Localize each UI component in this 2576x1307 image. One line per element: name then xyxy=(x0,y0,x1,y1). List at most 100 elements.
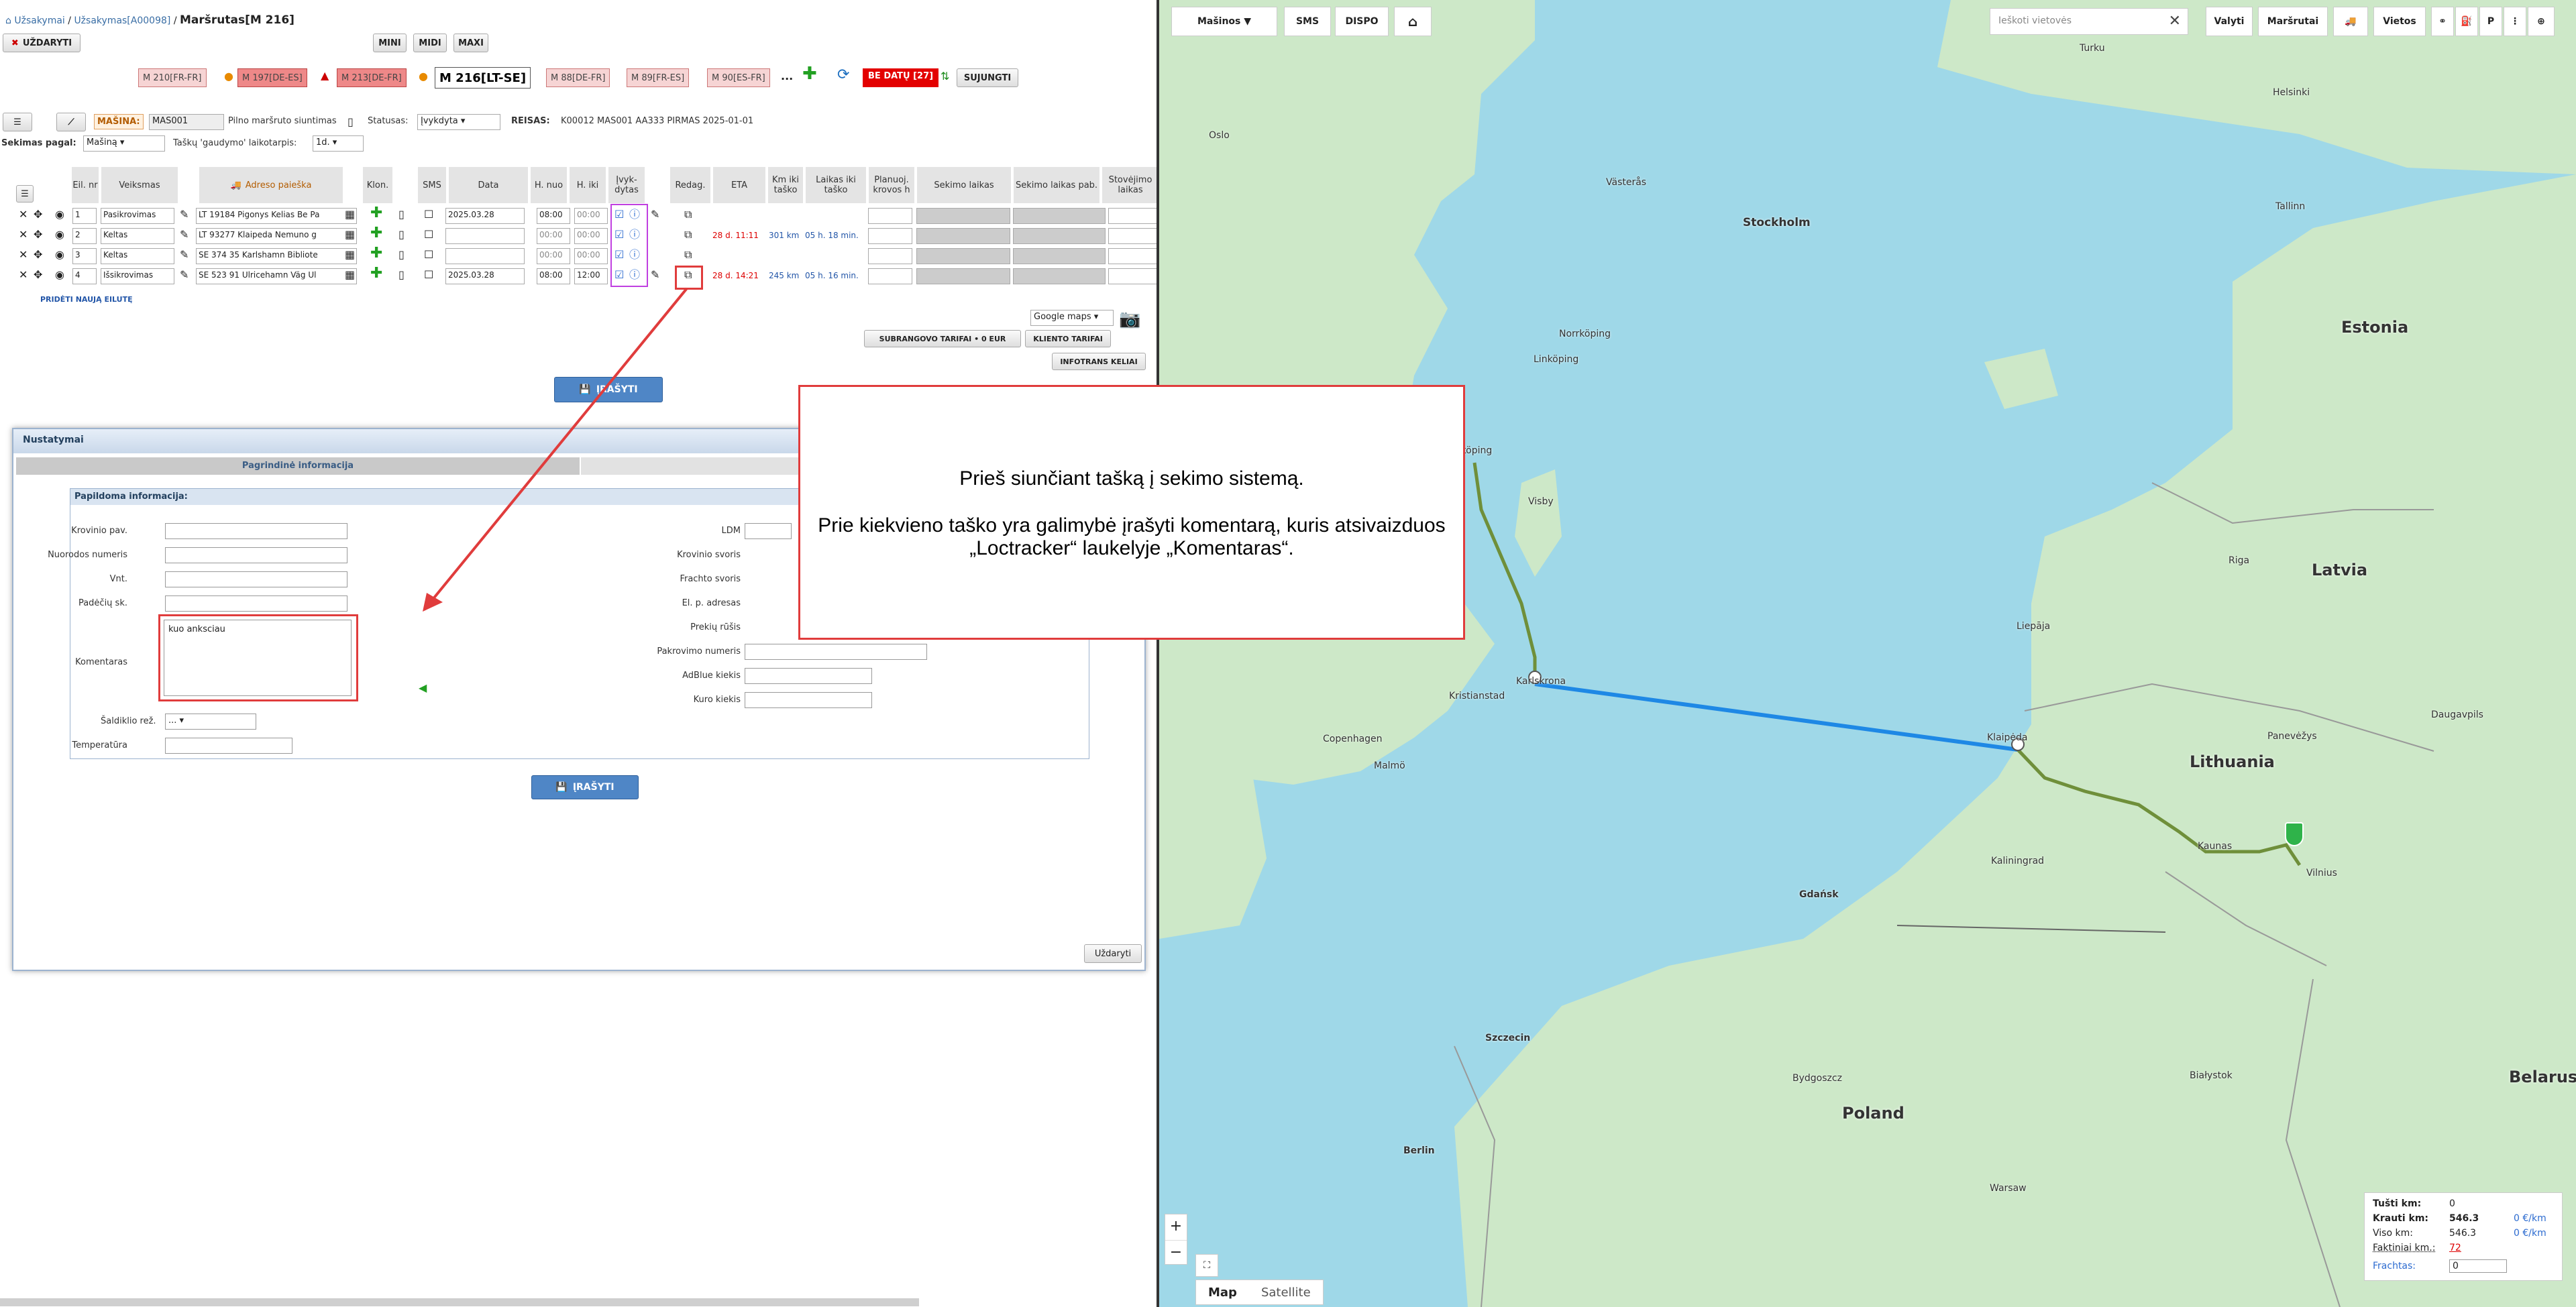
row-action[interactable]: Išsikrovimas xyxy=(101,268,174,284)
clone-icon[interactable]: ✚ xyxy=(370,246,382,261)
calendar-icon[interactable]: ▦ xyxy=(345,248,355,262)
fridge-select[interactable]: ... ▾ xyxy=(165,714,256,730)
menu-button[interactable]: ☰ xyxy=(3,113,32,131)
row-nr[interactable]: 2 xyxy=(72,228,97,244)
eye-icon[interactable]: ◉ xyxy=(55,228,64,241)
edit-icon[interactable]: ✎ xyxy=(180,248,189,262)
phone-icon[interactable]: ▯ xyxy=(398,248,405,262)
route-pill[interactable]: M 89[FR-ES] xyxy=(627,68,690,87)
clone-icon[interactable]: ✚ xyxy=(370,226,382,241)
machine-input[interactable]: MAS001 xyxy=(149,114,224,130)
loading-number-input[interactable] xyxy=(745,644,927,660)
row-planned[interactable] xyxy=(868,208,912,224)
catch-select[interactable]: 1d. ▾ xyxy=(313,135,364,152)
row-to[interactable]: 00:00 xyxy=(574,248,608,264)
sms-checkbox[interactable]: ☐ xyxy=(424,268,433,282)
parking-button[interactable]: P xyxy=(2479,7,2502,36)
refresh-icon[interactable]: ⟳ xyxy=(837,68,849,82)
eye-icon[interactable]: ◉ xyxy=(55,268,64,282)
eye-icon[interactable]: ◉ xyxy=(55,208,64,221)
clear-search-icon[interactable]: ✕ xyxy=(2169,13,2181,30)
row-nr[interactable]: 4 xyxy=(72,268,97,284)
fuel-input[interactable] xyxy=(745,692,872,708)
save-button[interactable]: 💾 ĮRAŠYTI xyxy=(554,377,663,402)
phone-icon[interactable]: ▯ xyxy=(398,208,405,221)
edit-icon[interactable]: ✎ xyxy=(180,228,189,241)
infotrans-button[interactable]: INFOTRANS KELIAI xyxy=(1052,353,1146,370)
subcontract-tariffs-button[interactable]: SUBRANGOVO TARIFAI • 0 EUR xyxy=(864,330,1021,347)
temperature-input[interactable] xyxy=(165,738,292,754)
row-address[interactable]: SE 374 35 Karlshamn Bibliote xyxy=(196,248,357,264)
cargo-name-input[interactable] xyxy=(165,523,347,539)
row-action[interactable]: Pasikrovimas xyxy=(101,208,174,224)
horizontal-scrollbar[interactable] xyxy=(0,1298,919,1306)
row-date[interactable] xyxy=(445,248,525,264)
camera-icon[interactable]: 📷 xyxy=(1119,310,1140,328)
row-date[interactable] xyxy=(445,228,525,244)
row-planned[interactable] xyxy=(868,228,912,244)
join-button[interactable]: SUJUNGTI xyxy=(957,68,1018,87)
sms-checkbox[interactable]: ☐ xyxy=(424,208,433,221)
edit-icon[interactable]: ✎ xyxy=(180,268,189,282)
delete-icon[interactable]: ✕ xyxy=(19,268,28,282)
doc-icon[interactable]: ▯ xyxy=(347,115,354,129)
dialog-close-button[interactable]: Uždaryti xyxy=(1084,944,1142,963)
clone-icon[interactable]: ✚ xyxy=(370,266,382,281)
tab-main-info[interactable]: Pagrindinė informacija xyxy=(16,457,580,475)
row-planned[interactable] xyxy=(868,268,912,284)
midi-view-button[interactable]: MIDI xyxy=(413,34,447,52)
location-search-input[interactable]: Ieškoti vietovės ✕ xyxy=(1990,8,2188,35)
status-select[interactable]: Įvykdyta ▾ xyxy=(417,114,500,130)
row-address[interactable]: LT 19184 Pigonys Kelias Be Pa xyxy=(196,208,357,224)
mini-view-button[interactable]: MINI xyxy=(373,34,407,52)
edit-point-icon[interactable]: ⧉ xyxy=(684,248,692,262)
route-pill[interactable]: M 210[FR-FR] xyxy=(138,68,207,87)
machines-dropdown[interactable]: Mašinos ▼ xyxy=(1171,7,1277,36)
units-input[interactable] xyxy=(165,571,347,587)
route-pill[interactable]: M 197[DE-ES] xyxy=(237,68,307,87)
freight-input[interactable]: 0 xyxy=(2449,1259,2507,1273)
delete-icon[interactable]: ✕ xyxy=(19,208,28,221)
delete-icon[interactable]: ✕ xyxy=(19,228,28,241)
routes-button[interactable]: Maršrutai xyxy=(2258,7,2328,36)
row-date[interactable]: 2025.03.28 xyxy=(445,208,525,224)
row-to[interactable]: 00:00 xyxy=(574,228,608,244)
move-icon[interactable]: ✥ xyxy=(34,228,42,241)
more-routes[interactable]: ... xyxy=(781,70,793,82)
calendar-icon[interactable]: ▦ xyxy=(345,268,355,282)
move-icon[interactable]: ✥ xyxy=(34,248,42,262)
table-menu-button[interactable]: ☰ xyxy=(16,185,34,203)
sort-icon[interactable]: ⇅ xyxy=(941,70,949,83)
no-dates-button[interactable]: BE DATŲ [27] xyxy=(863,68,939,87)
row-from[interactable]: 00:00 xyxy=(537,228,570,244)
add-row-link[interactable]: PRIDĖTI NAUJĄ EILUTĘ xyxy=(40,295,133,304)
clear-map-button[interactable]: Valyti xyxy=(2206,7,2253,36)
calendar-icon[interactable]: ▦ xyxy=(345,228,355,241)
actual-km-value[interactable]: 72 xyxy=(2449,1243,2461,1257)
row-address[interactable]: LT 93277 Klaipeda Nemuno g xyxy=(196,228,357,244)
row-to[interactable]: 00:00 xyxy=(574,208,608,224)
adblue-input[interactable] xyxy=(745,668,872,684)
client-tariffs-button[interactable]: KLIENTO TARIFAI xyxy=(1025,330,1111,347)
row-nr[interactable]: 3 xyxy=(72,248,97,264)
fullscreen-button[interactable]: ⛶ xyxy=(1195,1254,1218,1277)
breadcrumb-orders[interactable]: Užsakymai xyxy=(14,15,64,26)
row-from[interactable]: 08:00 xyxy=(537,268,570,284)
row-action[interactable]: Keltas xyxy=(101,228,174,244)
row-nr[interactable]: 1 xyxy=(72,208,97,224)
breadcrumb-order[interactable]: Užsakymas[A00098] xyxy=(74,15,170,26)
row-date[interactable]: 2025.03.28 xyxy=(445,268,525,284)
sms-button[interactable]: SMS xyxy=(1284,7,1331,36)
delete-icon[interactable]: ✕ xyxy=(19,248,28,262)
map-panel[interactable]: Estonia Latvia Lithuania Poland Belarus … xyxy=(1159,0,2576,1307)
row-address[interactable]: SE 523 91 Ulricehamn Väg Ul xyxy=(196,268,357,284)
add-route-icon[interactable]: ✚ xyxy=(802,65,817,82)
map-tab[interactable]: Map xyxy=(1196,1280,1249,1304)
clone-icon[interactable]: ✚ xyxy=(370,206,382,221)
map-provider-select[interactable]: Google maps ▾ xyxy=(1030,310,1114,326)
move-icon[interactable]: ✥ xyxy=(34,208,42,221)
row-planned[interactable] xyxy=(868,248,912,264)
move-icon[interactable]: ✥ xyxy=(34,268,42,282)
route-pill[interactable]: M 90[ES-FR] xyxy=(707,68,770,87)
route-pill[interactable]: M 88[DE-FR] xyxy=(546,68,610,87)
